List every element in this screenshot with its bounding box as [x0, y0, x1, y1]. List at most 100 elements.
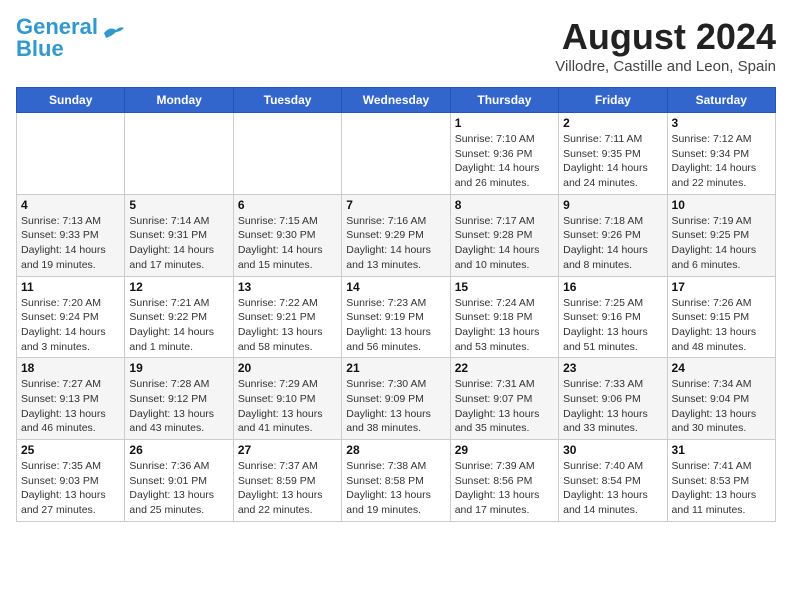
day-info: Sunrise: 7:23 AM Sunset: 9:19 PM Dayligh…	[346, 296, 445, 355]
day-info: Sunrise: 7:40 AM Sunset: 8:54 PM Dayligh…	[563, 459, 662, 518]
day-info: Sunrise: 7:30 AM Sunset: 9:09 PM Dayligh…	[346, 377, 445, 436]
day-number: 30	[563, 443, 662, 457]
calendar-cell: 7Sunrise: 7:16 AM Sunset: 9:29 PM Daylig…	[342, 194, 450, 276]
day-info: Sunrise: 7:35 AM Sunset: 9:03 PM Dayligh…	[21, 459, 120, 518]
calendar-cell: 10 Sunrise: 7:19 AM Sunset: 9:25 PM Dayli…	[667, 194, 775, 276]
day-info: Sunrise: 7:34 AM Sunset: 9:04 PM Dayligh…	[672, 377, 771, 436]
calendar-cell: 19 Sunrise: 7:28 AM Sunset: 9:12 PM Dayli…	[125, 358, 233, 440]
day-info: Sunrise: 7:24 AM Sunset: 9:18 PM Dayligh…	[455, 296, 554, 355]
day-header-thursday: Thursday	[450, 88, 558, 113]
day-number: 26	[129, 443, 228, 457]
calendar-body: 1 Sunrise: 7:10 AM Sunset: 9:36 PM Daylig…	[17, 113, 776, 522]
main-title: August 2024	[555, 16, 776, 58]
day-number: 18	[21, 361, 120, 375]
day-info: Sunrise: 7:15 AM Sunset: 9:30 PM Dayligh…	[238, 214, 337, 273]
day-info: Sunrise: 7:13 AM Sunset: 9:33 PM Dayligh…	[21, 214, 120, 273]
subtitle: Villodre, Castille and Leon, Spain	[555, 58, 776, 75]
calendar-cell: 28 Sunrise: 7:38 AM Sunset: 8:58 PM Dayli…	[342, 440, 450, 522]
day-number: 5	[129, 198, 228, 212]
calendar-cell: 17Sunrise: 7:26 AM Sunset: 9:15 PM Dayli…	[667, 276, 775, 358]
day-number: 31	[672, 443, 771, 457]
calendar-cell: 31 Sunrise: 7:41 AM Sunset: 8:53 PM Dayli…	[667, 440, 775, 522]
calendar-cell: 6 Sunrise: 7:15 AM Sunset: 9:30 PM Daylig…	[233, 194, 341, 276]
calendar-cell: 15 Sunrise: 7:24 AM Sunset: 9:18 PM Dayli…	[450, 276, 558, 358]
calendar-cell: 4 Sunrise: 7:13 AM Sunset: 9:33 PM Daylig…	[17, 194, 125, 276]
day-header-sunday: Sunday	[17, 88, 125, 113]
day-number: 11	[21, 280, 120, 294]
calendar-cell	[17, 113, 125, 195]
calendar-cell	[233, 113, 341, 195]
day-info: Sunrise: 7:12 AM Sunset: 9:34 PM Dayligh…	[672, 132, 771, 191]
calendar-cell: 22Sunrise: 7:31 AM Sunset: 9:07 PM Dayli…	[450, 358, 558, 440]
logo: GeneralBlue	[16, 16, 124, 60]
calendar-cell: 12 Sunrise: 7:21 AM Sunset: 9:22 PM Dayli…	[125, 276, 233, 358]
day-number: 7	[346, 198, 445, 212]
calendar-cell: 14 Sunrise: 7:23 AM Sunset: 9:19 PM Dayli…	[342, 276, 450, 358]
calendar-cell: 13Sunrise: 7:22 AM Sunset: 9:21 PM Dayli…	[233, 276, 341, 358]
day-number: 19	[129, 361, 228, 375]
day-header-friday: Friday	[559, 88, 667, 113]
calendar-cell: 26Sunrise: 7:36 AM Sunset: 9:01 PM Dayli…	[125, 440, 233, 522]
day-info: Sunrise: 7:37 AM Sunset: 8:59 PM Dayligh…	[238, 459, 337, 518]
day-number: 12	[129, 280, 228, 294]
calendar-cell: 8 Sunrise: 7:17 AM Sunset: 9:28 PM Daylig…	[450, 194, 558, 276]
day-info: Sunrise: 7:28 AM Sunset: 9:12 PM Dayligh…	[129, 377, 228, 436]
day-info: Sunrise: 7:33 AM Sunset: 9:06 PM Dayligh…	[563, 377, 662, 436]
day-info: Sunrise: 7:21 AM Sunset: 9:22 PM Dayligh…	[129, 296, 228, 355]
day-info: Sunrise: 7:41 AM Sunset: 8:53 PM Dayligh…	[672, 459, 771, 518]
calendar-cell: 24Sunrise: 7:34 AM Sunset: 9:04 PM Dayli…	[667, 358, 775, 440]
day-info: Sunrise: 7:19 AM Sunset: 9:25 PM Dayligh…	[672, 214, 771, 273]
day-info: Sunrise: 7:11 AM Sunset: 9:35 PM Dayligh…	[563, 132, 662, 191]
day-number: 14	[346, 280, 445, 294]
day-number: 10	[672, 198, 771, 212]
logo-bird-icon	[102, 24, 124, 42]
day-number: 25	[21, 443, 120, 457]
calendar-week-row: 25 Sunrise: 7:35 AM Sunset: 9:03 PM Dayli…	[17, 440, 776, 522]
day-number: 20	[238, 361, 337, 375]
calendar-week-row: 4 Sunrise: 7:13 AM Sunset: 9:33 PM Daylig…	[17, 194, 776, 276]
day-number: 28	[346, 443, 445, 457]
calendar-header-row: SundayMondayTuesdayWednesdayThursdayFrid…	[17, 88, 776, 113]
day-info: Sunrise: 7:18 AM Sunset: 9:26 PM Dayligh…	[563, 214, 662, 273]
calendar-cell: 11Sunrise: 7:20 AM Sunset: 9:24 PM Dayli…	[17, 276, 125, 358]
day-number: 21	[346, 361, 445, 375]
calendar-cell: 21 Sunrise: 7:30 AM Sunset: 9:09 PM Dayli…	[342, 358, 450, 440]
calendar-cell: 20 Sunrise: 7:29 AM Sunset: 9:10 PM Dayli…	[233, 358, 341, 440]
calendar-table: SundayMondayTuesdayWednesdayThursdayFrid…	[16, 87, 776, 522]
title-block: August 2024 Villodre, Castille and Leon,…	[555, 16, 776, 75]
calendar-week-row: 11Sunrise: 7:20 AM Sunset: 9:24 PM Dayli…	[17, 276, 776, 358]
day-info: Sunrise: 7:17 AM Sunset: 9:28 PM Dayligh…	[455, 214, 554, 273]
calendar-cell: 3 Sunrise: 7:12 AM Sunset: 9:34 PM Daylig…	[667, 113, 775, 195]
day-number: 16	[563, 280, 662, 294]
day-number: 23	[563, 361, 662, 375]
calendar-cell: 18 Sunrise: 7:27 AM Sunset: 9:13 PM Dayli…	[17, 358, 125, 440]
day-number: 4	[21, 198, 120, 212]
day-number: 9	[563, 198, 662, 212]
day-header-tuesday: Tuesday	[233, 88, 341, 113]
day-number: 2	[563, 116, 662, 130]
day-info: Sunrise: 7:27 AM Sunset: 9:13 PM Dayligh…	[21, 377, 120, 436]
day-info: Sunrise: 7:29 AM Sunset: 9:10 PM Dayligh…	[238, 377, 337, 436]
day-info: Sunrise: 7:39 AM Sunset: 8:56 PM Dayligh…	[455, 459, 554, 518]
calendar-cell: 30 Sunrise: 7:40 AM Sunset: 8:54 PM Dayli…	[559, 440, 667, 522]
day-number: 6	[238, 198, 337, 212]
day-number: 22	[455, 361, 554, 375]
day-number: 1	[455, 116, 554, 130]
day-info: Sunrise: 7:38 AM Sunset: 8:58 PM Dayligh…	[346, 459, 445, 518]
day-number: 13	[238, 280, 337, 294]
day-header-monday: Monday	[125, 88, 233, 113]
page-header: GeneralBlue August 2024 Villodre, Castil…	[16, 16, 776, 75]
day-number: 29	[455, 443, 554, 457]
day-number: 27	[238, 443, 337, 457]
calendar-week-row: 1 Sunrise: 7:10 AM Sunset: 9:36 PM Daylig…	[17, 113, 776, 195]
day-number: 3	[672, 116, 771, 130]
day-number: 8	[455, 198, 554, 212]
calendar-cell: 1 Sunrise: 7:10 AM Sunset: 9:36 PM Daylig…	[450, 113, 558, 195]
day-info: Sunrise: 7:26 AM Sunset: 9:15 PM Dayligh…	[672, 296, 771, 355]
day-header-wednesday: Wednesday	[342, 88, 450, 113]
day-number: 15	[455, 280, 554, 294]
day-info: Sunrise: 7:10 AM Sunset: 9:36 PM Dayligh…	[455, 132, 554, 191]
calendar-week-row: 18 Sunrise: 7:27 AM Sunset: 9:13 PM Dayli…	[17, 358, 776, 440]
calendar-cell: 25 Sunrise: 7:35 AM Sunset: 9:03 PM Dayli…	[17, 440, 125, 522]
day-header-saturday: Saturday	[667, 88, 775, 113]
